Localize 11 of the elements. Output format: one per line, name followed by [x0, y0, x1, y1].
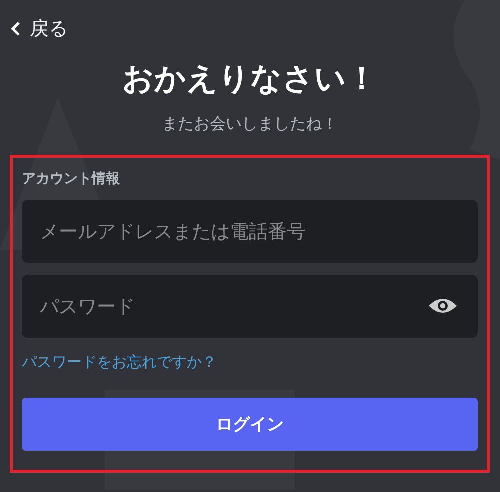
welcome-title: おかえりなさい！	[122, 60, 378, 99]
back-button[interactable]: 戻る	[10, 16, 68, 42]
section-label: アカウント情報	[22, 170, 121, 188]
password-field[interactable]: パスワード	[22, 275, 478, 338]
back-label: 戻る	[30, 17, 68, 42]
input-field[interactable]: メールアドレスまたは電話番号	[22, 200, 478, 263]
login-button[interactable]: ログイン	[22, 398, 478, 451]
welcome-subtitle: またお会いしましたね！	[162, 114, 338, 135]
chevron-left-icon	[10, 21, 22, 37]
forgot-password-link[interactable]: パスワードをお忘れですか？	[22, 353, 217, 372]
eye-icon[interactable]	[428, 296, 458, 316]
